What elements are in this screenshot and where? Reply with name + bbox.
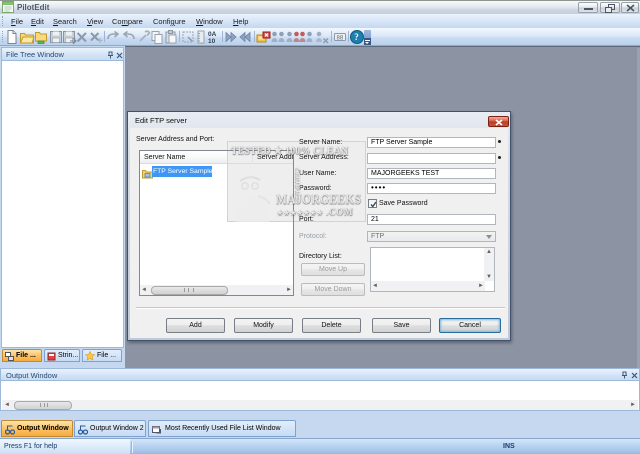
svg-text:?: ?: [354, 32, 359, 42]
svg-text:88: 88: [336, 36, 343, 42]
svg-text:10: 10: [208, 38, 216, 45]
svg-text:0A: 0A: [208, 31, 217, 38]
